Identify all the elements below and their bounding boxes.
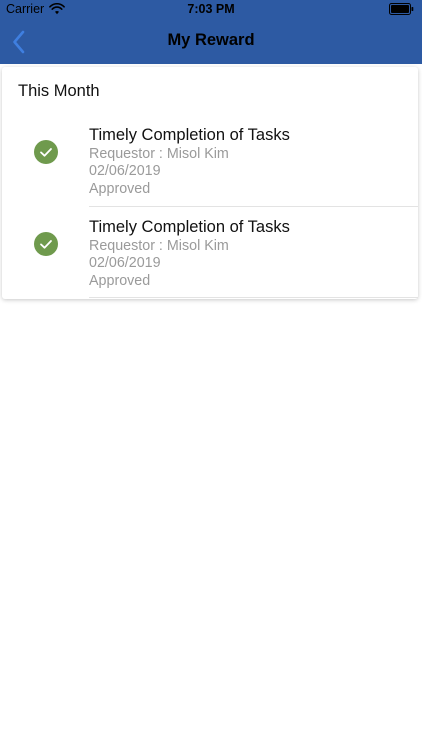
reward-list-item[interactable]: Timely Completion of Tasks Requestor : M… [2,215,418,307]
page-title: My Reward [167,31,255,49]
battery-icon [389,3,414,15]
section-title: This Month [18,82,100,100]
navigation-bar: My Reward [0,20,422,64]
check-circle-icon [34,140,58,164]
reward-list-item[interactable]: Timely Completion of Tasks Requestor : M… [2,123,418,215]
reward-requestor: Requestor : Misol Kim [89,238,229,254]
status-time: 7:03 PM [187,2,235,16]
status-bar: Carrier 7:03 PM [0,0,422,20]
reward-status: Approved [89,273,151,289]
reward-requestor: Requestor : Misol Kim [89,146,229,162]
reward-title: Timely Completion of Tasks [89,126,290,144]
reward-status: Approved [89,181,151,197]
check-circle-icon [34,232,58,256]
reward-title: Timely Completion of Tasks [89,218,290,236]
row-divider [89,206,418,207]
row-divider [89,297,418,298]
top-bar: Carrier 7:03 PM My Reward [0,0,422,64]
rewards-card: This Month Timely Completion of Tasks Re… [2,67,418,299]
reward-date: 02/06/2019 [89,163,161,179]
reward-date: 02/06/2019 [89,255,161,271]
